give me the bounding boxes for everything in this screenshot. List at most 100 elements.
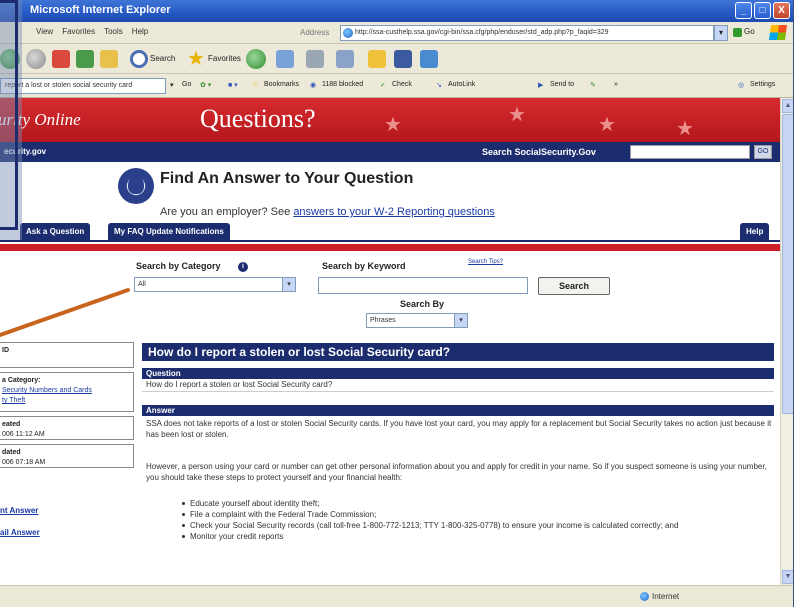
forward-icon[interactable] [26, 49, 46, 69]
steps-list: Educate yourself about identity theft; F… [182, 498, 772, 542]
title-bar[interactable]: Microsoft Internet Explorer _ □ X [0, 0, 793, 22]
settings-button[interactable]: Settings [750, 81, 775, 88]
keyword-label: Search by Keyword [322, 261, 406, 271]
answer-heading: Answer [142, 405, 774, 416]
status-bar: Internet [0, 585, 793, 607]
messenger-icon[interactable] [394, 50, 412, 68]
menu-view[interactable]: View [36, 27, 53, 36]
created-box: eated 006 11:12 AM [0, 416, 134, 440]
window-title: Microsoft Internet Explorer [30, 4, 171, 16]
close-button[interactable]: X [773, 2, 790, 19]
ssa-seal-icon [118, 168, 154, 204]
updated-box: dated 006 07:18 AM [0, 444, 134, 468]
category-link-ssn-cards[interactable]: Security Numbers and Cards [2, 386, 130, 396]
chevron-down-icon: ▾ [282, 278, 295, 291]
answer-id-box: ID [0, 342, 134, 368]
site-search-go-button[interactable]: GO [754, 145, 772, 159]
search-tips-link[interactable]: Search Tips? [468, 259, 503, 265]
menu-help[interactable]: Help [132, 27, 148, 36]
category-link-identity-theft[interactable]: ty Theft [2, 396, 130, 406]
vertical-scrollbar[interactable]: ▲ ▼ [780, 98, 793, 585]
address-bar[interactable]: http://ssa-custhelp.ssa.gov/cgi-bin/ssa.… [340, 25, 714, 41]
refresh-icon[interactable] [76, 50, 94, 68]
tab-ask-question[interactable]: Ask a Question [20, 223, 91, 240]
list-item: File a complaint with the Federal Trade … [182, 509, 772, 520]
ssa-banner: urity Online Questions? ★ ★ ★ ★ [0, 98, 780, 142]
search-by-value: Phrases [370, 317, 396, 324]
history-icon[interactable] [246, 49, 266, 69]
maximize-button[interactable]: □ [754, 2, 771, 19]
keyword-input[interactable] [318, 277, 528, 294]
search-toolbar-label[interactable]: Search [150, 54, 175, 63]
search-by-select[interactable]: Phrases ▾ [366, 313, 468, 328]
site-search-input[interactable] [630, 145, 750, 159]
scroll-up-icon[interactable]: ▲ [782, 99, 793, 113]
star-decoration: ★ [598, 114, 616, 136]
google-toolbar: report a lost or stolen social security … [0, 74, 793, 98]
check-button[interactable]: Check [392, 81, 412, 88]
favorites-star-icon[interactable]: ★ [186, 49, 206, 69]
google-dropdown[interactable]: ▾ [170, 81, 174, 89]
answer-details-panel: ID a Category: Security Numbers and Card… [0, 342, 138, 585]
scroll-down-icon[interactable]: ▼ [782, 570, 793, 584]
pagerank-icon: ■ ▾ [228, 82, 238, 89]
answer-paragraph-1: SSA does not take reports of a lost or s… [146, 419, 772, 439]
tab-help[interactable]: Help [740, 223, 770, 240]
windows-logo-icon [768, 25, 788, 40]
w2-reporting-link[interactable]: answers to your W-2 Reporting questions [293, 206, 495, 218]
google-query: report a lost or stolen social security … [5, 82, 133, 89]
minimize-button[interactable]: _ [735, 2, 752, 19]
answer-id-label: ID [2, 347, 9, 354]
address-label: Address [300, 28, 330, 37]
more-chevron-icon[interactable]: » [614, 81, 618, 88]
search-button[interactable]: Search [538, 277, 610, 295]
browser-window: Microsoft Internet Explorer _ □ X View F… [0, 0, 794, 607]
list-item: Educate yourself about identity theft; [182, 498, 772, 509]
print-answer-link[interactable]: nt Answer [0, 506, 38, 515]
scroll-thumb[interactable] [782, 114, 793, 414]
list-item: Check your Social Security records (call… [182, 520, 772, 531]
standard-toolbar: Search ★ Favorites [0, 44, 793, 74]
question-heading: Question [142, 368, 774, 379]
menu-favorites[interactable]: Favorites [62, 27, 95, 36]
updated-label: dated [2, 449, 21, 456]
home-icon[interactable] [100, 50, 118, 68]
favorites-toolbar-label[interactable]: Favorites [208, 54, 241, 63]
edit-icon[interactable] [336, 50, 354, 68]
category-box: a Category: Security Numbers and Cards t… [0, 372, 134, 412]
mail-icon[interactable] [276, 50, 294, 68]
chevron-down-icon: ▾ [454, 314, 467, 327]
autolink-button[interactable]: AutoLink [448, 81, 475, 88]
bookmarks-button[interactable]: Bookmarks [264, 81, 299, 88]
folder-icon[interactable] [368, 50, 386, 68]
google-search-icon[interactable]: ✿ ▾ [200, 81, 211, 89]
category-box-label: a Category: [2, 377, 41, 384]
spellcheck-icon: ✓ [380, 82, 386, 89]
stop-icon[interactable] [52, 50, 70, 68]
site-search-label: Search SocialSecurity.Gov [482, 147, 596, 157]
tab-faq-notifications[interactable]: My FAQ Update Notifications [108, 223, 230, 240]
bookmarks-star-icon: ☆ [252, 82, 259, 89]
created-label: eated [2, 421, 21, 428]
updated-value: 006 07:18 AM [2, 459, 46, 466]
search-icon[interactable] [130, 50, 148, 68]
question-text: How do I report a stolen or lost Social … [142, 380, 774, 392]
star-decoration: ★ [508, 104, 526, 126]
info-icon[interactable]: i [238, 262, 248, 272]
red-divider [0, 244, 780, 251]
popup-blocked-count[interactable]: 1188 blocked [322, 81, 363, 88]
faq-nav: Ask a Question My FAQ Update Notificatio… [0, 222, 780, 242]
research-icon[interactable] [420, 50, 438, 68]
sendto-button[interactable]: Send to [550, 81, 574, 88]
menu-tools[interactable]: Tools [104, 27, 123, 36]
find-answer-header: Find An Answer to Your Question Are you … [118, 168, 718, 228]
google-go-button[interactable]: Go [182, 81, 191, 88]
menu-bar: View Favorites Tools Help Address http:/… [0, 22, 793, 44]
email-answer-link[interactable]: ail Answer [0, 528, 40, 537]
address-dropdown-button[interactable]: ▾ [714, 25, 728, 41]
question-title: How do I report a stolen or lost Social … [142, 343, 774, 361]
print-icon[interactable] [306, 50, 324, 68]
google-search-input[interactable]: report a lost or stolen social security … [0, 78, 166, 94]
category-select[interactable]: All ▾ [134, 277, 296, 292]
go-button[interactable]: Go [732, 25, 762, 41]
